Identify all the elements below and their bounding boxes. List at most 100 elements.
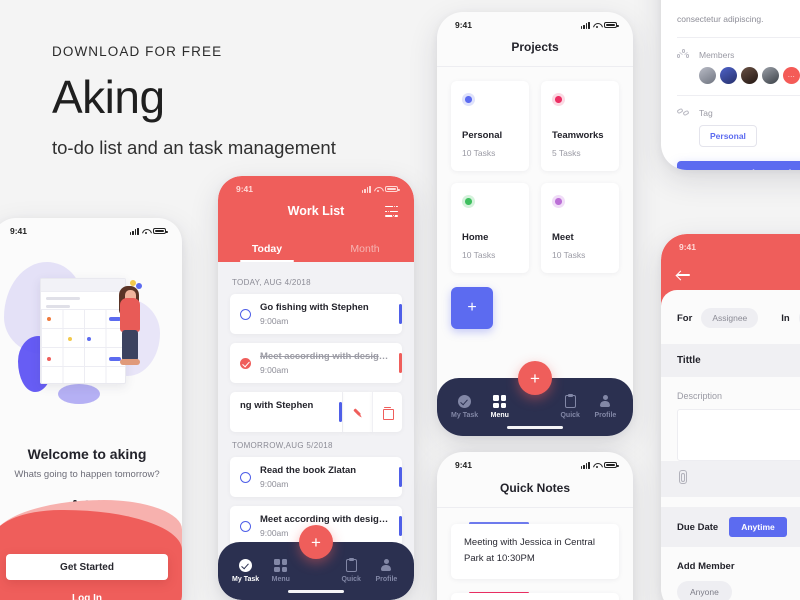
person-torso: [120, 298, 140, 332]
back-arrow-icon[interactable]: [677, 270, 690, 280]
status-bar: 9:41: [0, 218, 182, 240]
attachment-row[interactable]: [661, 461, 800, 497]
due-date-chip[interactable]: Anytime: [729, 517, 787, 537]
new-task-form: For Assignee In Pr Tittle Description Du…: [661, 290, 800, 600]
tab-menu[interactable]: Menu: [482, 395, 517, 419]
project-card[interactable]: Teamworks 5 Tasks: [541, 81, 619, 171]
project-name: Teamworks: [552, 130, 604, 141]
member-avatar-list: ...: [661, 60, 800, 85]
note-card[interactable]: Replace dashboard icon with more: [451, 593, 619, 600]
status-indicators: [580, 461, 619, 469]
task-checkbox-icon[interactable]: [240, 471, 251, 483]
task-checkbox-icon[interactable]: [240, 520, 251, 532]
tag-row: Tag: [661, 96, 800, 118]
calendar-event-dot: [87, 337, 91, 341]
task-row[interactable]: Go fishing with Stephen 9:00am: [230, 294, 402, 334]
phone-work-list-screen: 9:41 Work List Today Month TODAY, AUG 4/…: [218, 176, 414, 600]
avatar[interactable]: [699, 67, 716, 85]
signal-icon: [361, 185, 371, 193]
edit-task-button[interactable]: [342, 392, 372, 432]
check-circle-icon: [239, 559, 253, 572]
phone-task-detail-screen: consectetur adipiscing. Members ... Tag …: [661, 0, 800, 170]
promo-tagline: to-do list and an task management: [52, 137, 336, 159]
add-task-fab[interactable]: +: [299, 525, 333, 559]
task-row-swiped[interactable]: ng with Stephen: [230, 392, 402, 432]
delete-task-button[interactable]: [372, 392, 402, 432]
assignee-row: For Assignee In Pr: [661, 292, 800, 344]
avatar-overflow[interactable]: ...: [783, 67, 800, 85]
paperclip-icon[interactable]: [677, 470, 687, 484]
task-accent-bar: [399, 353, 402, 373]
note-card[interactable]: Meeting with Jessica in Central Park at …: [451, 523, 619, 579]
assignee-chip[interactable]: Assignee: [701, 308, 759, 328]
battery-icon: [153, 227, 168, 235]
task-checkbox-icon[interactable]: [240, 357, 251, 369]
project-card[interactable]: Home 10 Tasks: [451, 183, 529, 273]
complete-task-button[interactable]: Complete Task: [677, 161, 800, 170]
project-task-count: 10 Tasks: [462, 250, 496, 260]
tab-quick[interactable]: Quick: [334, 557, 369, 583]
task-time: 9:00am: [260, 479, 289, 489]
members-row: Members: [661, 38, 800, 60]
welcome-subtitle: Whats going to happen tomorrow?: [14, 469, 160, 480]
calendar-placeholder-line: [46, 305, 70, 308]
filter-icon[interactable]: [385, 205, 398, 218]
avatar[interactable]: [762, 67, 779, 85]
battery-icon: [385, 185, 400, 193]
title-input[interactable]: Tittle: [661, 344, 800, 377]
task-checkbox-icon[interactable]: [240, 308, 251, 320]
signal-icon: [129, 227, 139, 235]
tag-chip[interactable]: Personal: [699, 125, 757, 148]
status-time: 9:41: [236, 184, 254, 194]
avatar[interactable]: [741, 67, 758, 85]
task-row[interactable]: Meet according with design team... 9:00a…: [230, 343, 402, 383]
section-label-today: TODAY, AUG 4/2018: [232, 278, 311, 287]
task-content[interactable]: ng with Stephen: [230, 392, 342, 432]
battery-icon: [604, 21, 619, 29]
add-task-fab[interactable]: +: [518, 361, 552, 395]
status-time: 9:41: [679, 242, 697, 252]
wave-decoration: Get Started Log In: [0, 492, 182, 600]
tab-profile[interactable]: Profile: [369, 559, 404, 583]
description-input[interactable]: [677, 409, 800, 461]
task-content: Go fishing with Stephen 9:00am: [260, 302, 392, 326]
phone-projects-screen: 9:41 Projects Personal 10 Tasks Teamwork…: [437, 12, 633, 436]
project-task-count: 10 Tasks: [552, 250, 586, 260]
quick-notes-title: Quick Notes: [499, 481, 571, 495]
avatar[interactable]: [720, 67, 737, 85]
pencil-icon: [350, 404, 366, 420]
flower-icon: [130, 280, 144, 292]
tag-icon: [676, 107, 690, 118]
log-in-link[interactable]: Log In: [0, 593, 182, 600]
tab-profile[interactable]: Profile: [588, 395, 623, 419]
task-title: Meet according with design team...: [260, 514, 392, 525]
add-project-button[interactable]: +: [451, 287, 493, 329]
task-row[interactable]: Read the book Zlatan 9:00am: [230, 457, 402, 497]
description-label: Description: [677, 391, 723, 401]
tab-my-task[interactable]: My Task: [447, 395, 482, 419]
task-time: 9:00am: [260, 316, 289, 326]
project-card[interactable]: Meet 10 Tasks: [541, 183, 619, 273]
calendar-placeholder-line: [46, 297, 80, 300]
welcome-title: Welcome to aking: [27, 446, 147, 462]
tab-today[interactable]: Today: [218, 243, 316, 262]
wifi-icon: [142, 228, 150, 235]
projects-title: Projects: [511, 40, 559, 54]
grid-icon: [274, 559, 288, 572]
task-description: consectetur adipiscing.: [677, 14, 764, 24]
tab-label: My Task: [451, 412, 479, 419]
project-card[interactable]: Personal 10 Tasks: [451, 81, 529, 171]
person-shoes: [120, 359, 140, 365]
tab-quick[interactable]: Quick: [553, 393, 588, 419]
promo-brand-name: Aking: [52, 71, 165, 123]
tab-my-task[interactable]: My Task: [228, 559, 263, 583]
task-title: Read the book Zlatan: [260, 465, 357, 476]
calendar-event-dot: [47, 317, 51, 321]
tab-month[interactable]: Month: [316, 243, 414, 262]
tab-menu[interactable]: Menu: [263, 559, 298, 583]
member-chip[interactable]: Anyone: [677, 581, 732, 600]
get-started-button[interactable]: Get Started: [6, 554, 168, 580]
project-color-dot: [462, 195, 475, 208]
project-name: Home: [462, 232, 489, 243]
project-name: Meet: [552, 232, 574, 243]
